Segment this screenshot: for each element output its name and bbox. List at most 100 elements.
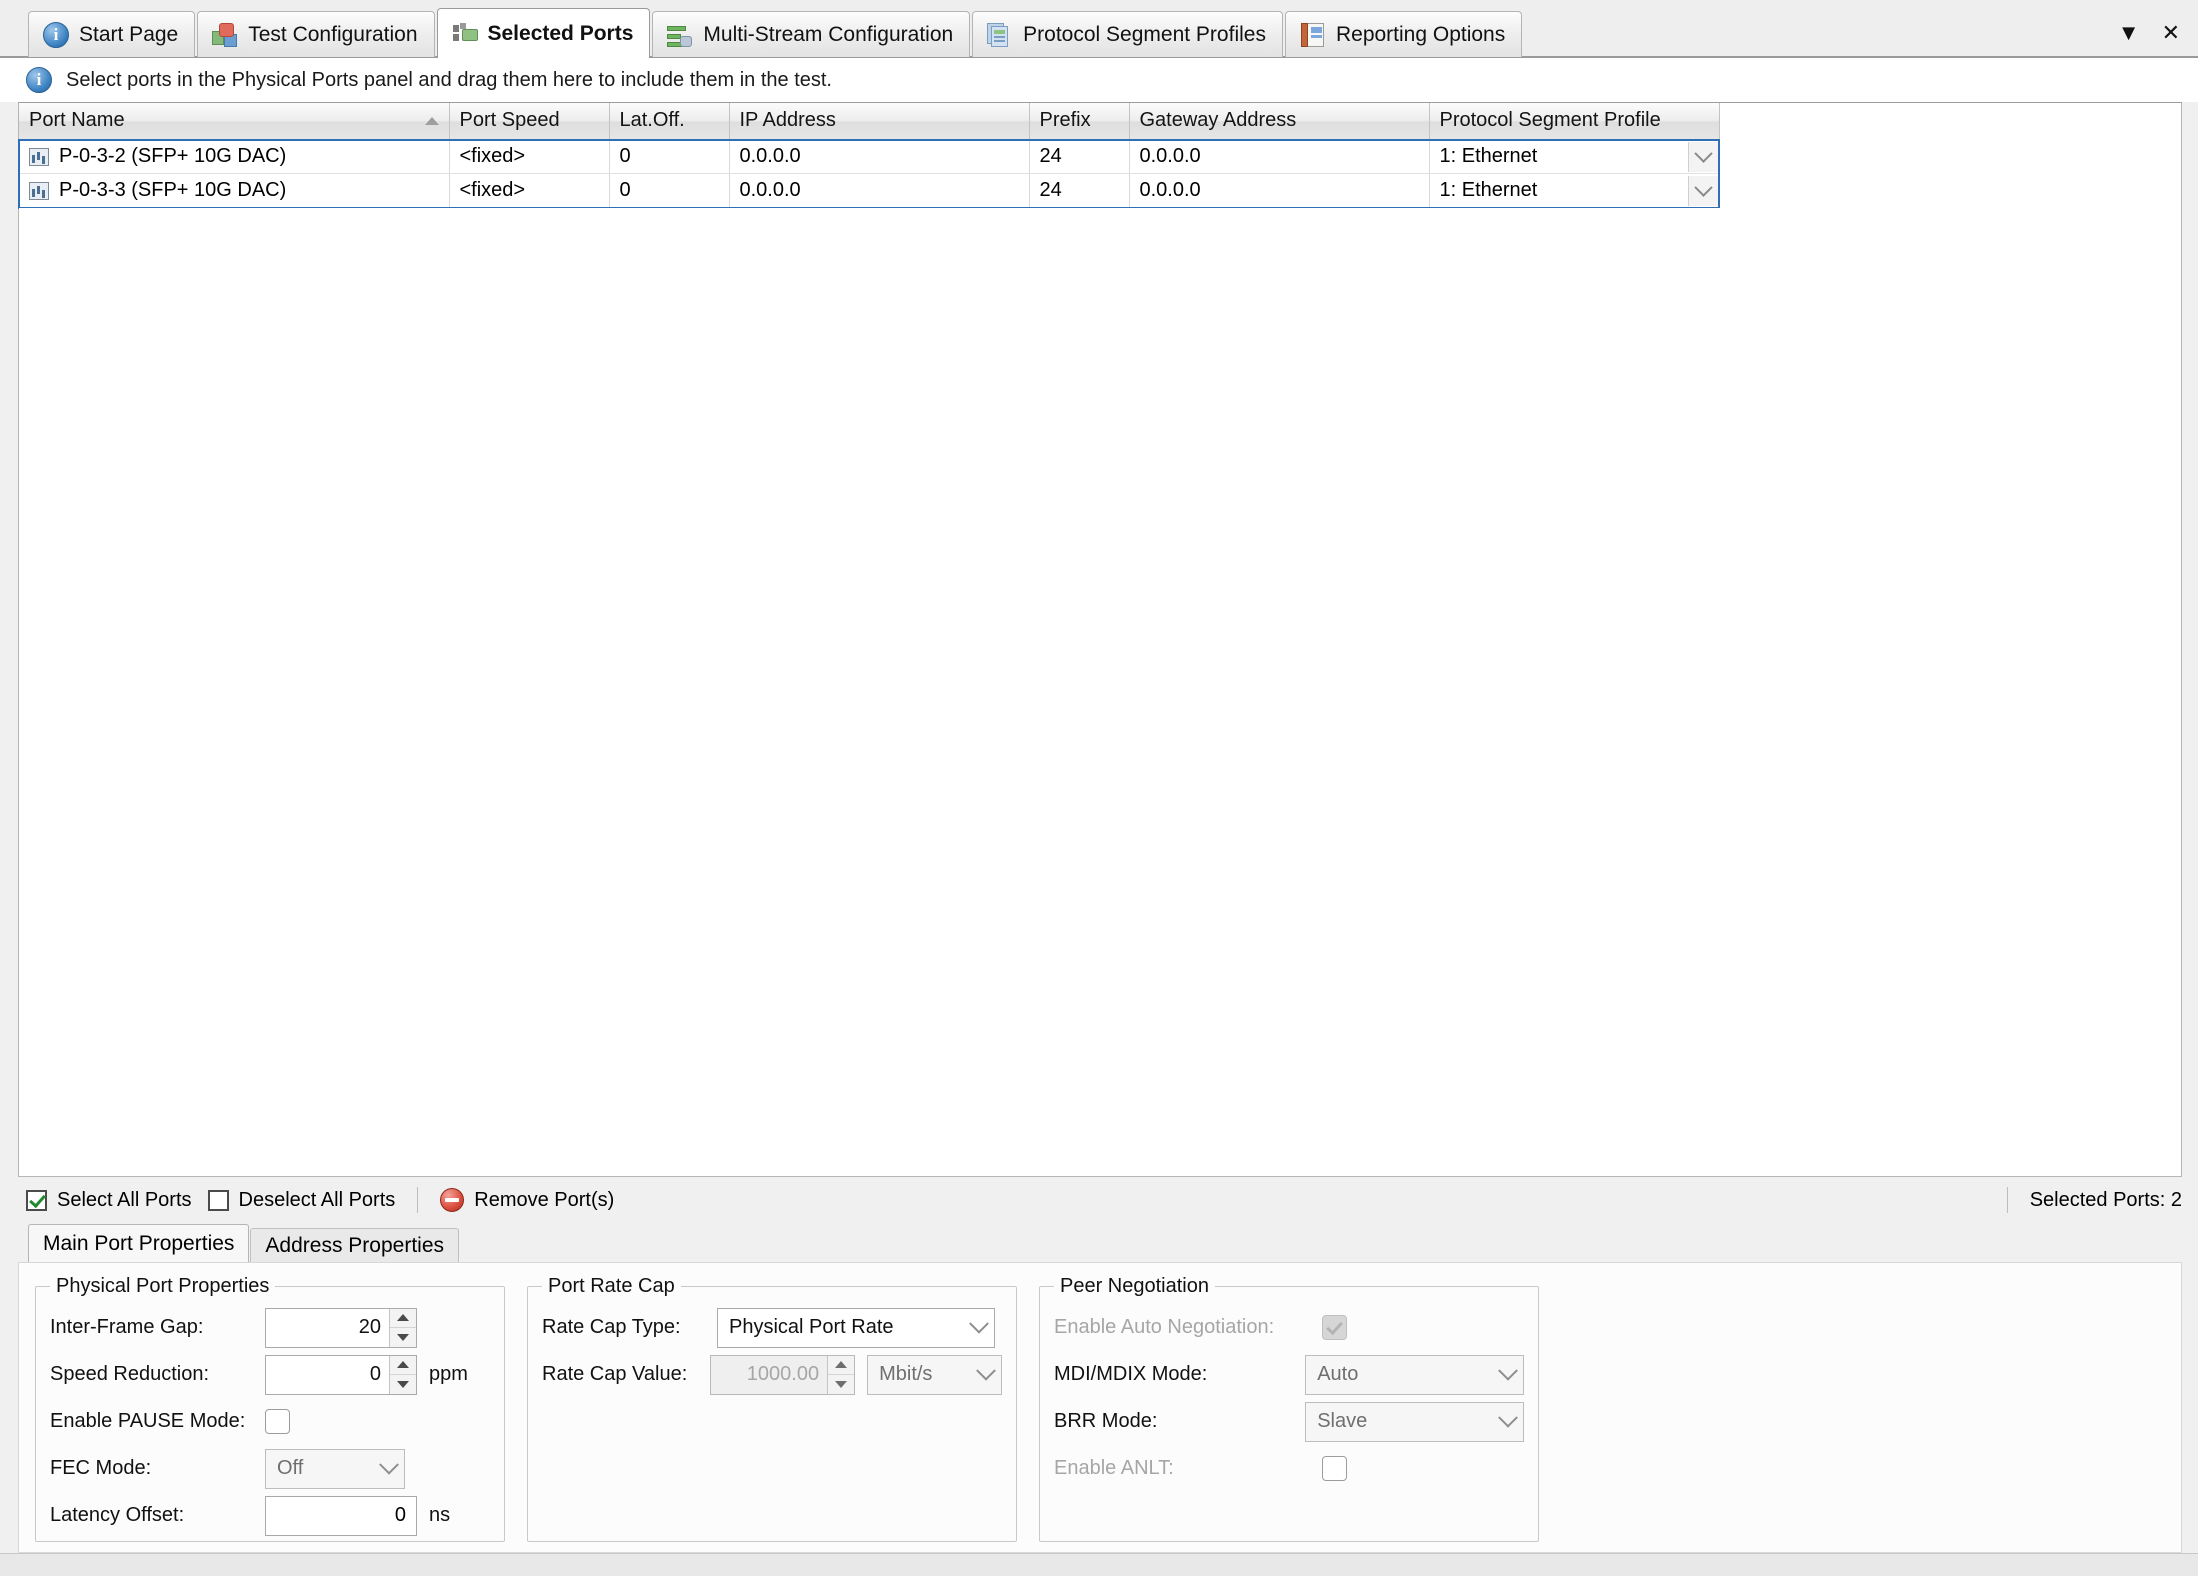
status-divider [2006,1187,2008,1213]
stepper-up-icon[interactable] [828,1356,855,1376]
info-bar: Select ports in the Physical Ports panel… [0,58,2198,102]
tab-multi-stream-configuration[interactable]: Multi-Stream Configuration [652,11,971,57]
checkbox-icon[interactable] [207,1189,229,1211]
main-tab-strip: Start Page Test Configuration Selected P… [0,0,2198,58]
inter-frame-gap-value[interactable]: 20 [266,1309,389,1347]
group-legend: Physical Port Properties [56,1275,270,1298]
remove-circle-icon [440,1188,465,1212]
stepper-up-icon[interactable] [390,1309,416,1329]
tab-label: Start Page [79,23,179,46]
select-all-ports-button[interactable]: Select All Ports [26,1189,192,1212]
cell-port-speed[interactable]: <fixed> [449,173,610,208]
tab-test-configuration[interactable]: Test Configuration [197,11,435,57]
cell-gateway-address[interactable]: 0.0.0.0 [1129,173,1430,208]
stepper-up-icon[interactable] [390,1356,416,1376]
chevron-down-icon [1498,1360,1518,1381]
cell-ip-address[interactable]: 0.0.0.0 [729,139,1030,174]
group-legend: Port Rate Cap [548,1275,675,1298]
speed-reduction-stepper[interactable]: 0 [265,1354,417,1395]
column-header-protocol-segment-profile[interactable]: Protocol Segment Profile [1429,103,1720,140]
port-properties-tab-strip: Main Port Properties Address Properties [18,1223,2182,1263]
column-header-prefix[interactable]: Prefix [1029,103,1130,140]
enable-anlt-label: Enable ANLT: [1054,1457,1174,1480]
stepper-down-icon[interactable] [390,1375,416,1394]
stepper-down-icon[interactable] [390,1328,416,1347]
tab-protocol-segment-profiles[interactable]: Protocol Segment Profiles [972,11,1283,57]
remove-ports-button[interactable]: Remove Port(s) [440,1188,614,1212]
rate-cap-value-row: Rate Cap Value: 1000.00 Mbit/s [542,1351,1002,1398]
mdi-mdix-mode-select[interactable]: Auto [1305,1354,1524,1395]
latency-offset-row: Latency Offset: 0 ns [50,1492,490,1539]
speed-reduction-value[interactable]: 0 [266,1356,389,1394]
mdi-mdix-mode-label: MDI/MDIX Mode: [1054,1363,1208,1386]
enable-auto-negotiation-checkbox [1322,1315,1347,1341]
enable-pause-mode-checkbox[interactable] [265,1409,290,1435]
report-icon [1300,22,1326,48]
deselect-all-ports-button[interactable]: Deselect All Ports [207,1189,395,1212]
cell-prefix[interactable]: 24 [1029,173,1130,208]
group-legend: Peer Negotiation [1060,1275,1209,1298]
brr-mode-label: BRR Mode: [1054,1410,1158,1433]
cell-ip-address[interactable]: 0.0.0.0 [729,173,1030,208]
sort-ascending-icon [424,117,439,125]
enable-auto-negotiation-row: Enable Auto Negotiation: [1054,1304,1524,1351]
selected-ports-grid: Port Name Port Speed Lat.Off. IP Address… [18,102,2182,1177]
inter-frame-gap-stepper[interactable]: 20 [265,1307,417,1348]
checkbox-icon[interactable] [26,1189,47,1211]
cell-port-speed[interactable]: <fixed> [449,139,610,174]
table-body: P-0-3-2 (SFP+ 10G DAC) <fixed> 0 0.0.0.0… [18,138,1720,209]
cell-protocol-segment-profile[interactable]: 1: Ethernet [1429,173,1720,208]
main-port-properties-content: Physical Port Properties Inter-Frame Gap… [18,1262,2182,1553]
column-header-gateway-address[interactable]: Gateway Address [1129,103,1430,140]
rate-cap-value-stepper[interactable]: 1000.00 [709,1354,856,1395]
tab-address-properties[interactable]: Address Properties [250,1228,460,1263]
chevron-down-icon[interactable]: ▼ [2118,22,2140,44]
ports-action-bar: Select All Ports Deselect All Ports Remo… [0,1177,2198,1223]
close-icon[interactable]: ✕ [2162,22,2180,44]
latency-offset-label: Latency Offset: [50,1504,185,1527]
tab-main-port-properties[interactable]: Main Port Properties [28,1224,250,1263]
table-row[interactable]: P-0-3-2 (SFP+ 10G DAC) <fixed> 0 0.0.0.0… [19,139,1720,174]
rate-cap-unit-select[interactable]: Mbit/s [867,1354,1002,1395]
chevron-down-icon [969,1313,989,1334]
cell-protocol-segment-profile[interactable]: 1: Ethernet [1429,139,1720,174]
stream-icon [667,22,693,48]
protocol-segment-profile-value: 1: Ethernet [1439,145,1538,167]
cell-port-name[interactable]: P-0-3-2 (SFP+ 10G DAC) [19,139,450,174]
table-row[interactable]: P-0-3-3 (SFP+ 10G DAC) <fixed> 0 0.0.0.0… [19,173,1720,208]
port-rate-cap-group: Port Rate Cap Rate Cap Type: Physical Po… [527,1275,1017,1542]
table-header-row: Port Name Port Speed Lat.Off. IP Address… [19,103,1720,140]
cell-prefix[interactable]: 24 [1029,139,1130,174]
fec-mode-select[interactable]: Off [265,1448,405,1489]
chevron-down-icon[interactable] [1687,141,1718,172]
port-module-icon [29,181,49,200]
tab-selected-ports[interactable]: Selected Ports [436,8,651,58]
enable-pause-mode-row: Enable PAUSE Mode: [50,1398,490,1445]
chevron-down-icon[interactable] [1687,175,1718,206]
tab-reporting-options[interactable]: Reporting Options [1284,11,1523,57]
cell-port-name[interactable]: P-0-3-3 (SFP+ 10G DAC) [19,173,450,208]
column-header-port-name[interactable]: Port Name [19,103,450,140]
rate-cap-unit-value: Mbit/s [879,1363,933,1386]
latency-offset-input[interactable]: 0 [265,1495,417,1536]
selected-ports-count: Selected Ports: 2 [2029,1188,2182,1211]
chevron-down-icon [1498,1407,1518,1428]
toolbar-divider [417,1187,419,1213]
column-header-ip-address[interactable]: IP Address [729,103,1030,140]
rate-cap-type-row: Rate Cap Type: Physical Port Rate [542,1304,1002,1351]
column-header-port-speed[interactable]: Port Speed [449,103,610,140]
tab-label: Multi-Stream Configuration [703,23,954,46]
cell-lat-off[interactable]: 0 [609,139,730,174]
cell-lat-off[interactable]: 0 [609,173,730,208]
grid-empty-area[interactable] [19,208,2181,1176]
port-properties-panel: Main Port Properties Address Properties … [18,1223,2182,1553]
stepper-down-icon[interactable] [828,1375,854,1394]
enable-anlt-checkbox [1322,1456,1347,1482]
column-header-lat-off[interactable]: Lat.Off. [609,103,730,140]
select-all-ports-label: Select All Ports [57,1188,192,1211]
brr-mode-row: BRR Mode: Slave [1054,1398,1524,1445]
brr-mode-select[interactable]: Slave [1305,1401,1524,1442]
cell-gateway-address[interactable]: 0.0.0.0 [1129,139,1430,174]
tab-start-page[interactable]: Start Page [28,11,196,57]
rate-cap-type-select[interactable]: Physical Port Rate [717,1307,995,1348]
